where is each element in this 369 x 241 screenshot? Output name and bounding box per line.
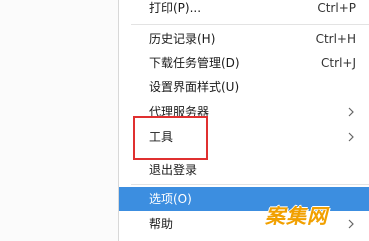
annotation-box: [133, 116, 208, 160]
menu-item-label: 下载任务管理(D): [149, 56, 240, 70]
menu-item-label: 退出登录: [149, 163, 198, 177]
menu-separator: [131, 24, 369, 25]
menu-item-label: 选项(O): [149, 192, 192, 206]
chevron-right-icon: [347, 212, 357, 236]
menu-item-shortcut: Ctrl+P: [317, 1, 356, 15]
menu-item-label: 打印(P)...: [149, 1, 202, 15]
chevron-right-icon: [347, 100, 357, 124]
menu-item-help[interactable]: 帮助: [119, 212, 369, 236]
menu-item-logout[interactable]: 退出登录: [119, 158, 369, 182]
menu-item-print[interactable]: 打印(P)... Ctrl+P: [119, 0, 369, 20]
menu-separator: [131, 184, 369, 185]
menu-item-label: 帮助: [149, 217, 174, 231]
menu-item-interface-style[interactable]: 设置界面样式(U): [119, 75, 369, 99]
background-window: [0, 0, 118, 241]
menu-item-label: 设置界面样式(U): [149, 80, 240, 94]
menu-item-history[interactable]: 历史记录(H) Ctrl+H: [119, 27, 369, 51]
menu-item-options[interactable]: 选项(O): [119, 187, 369, 211]
menu-item-shortcut: Ctrl+H: [315, 32, 356, 46]
watermark: 案集网: [265, 204, 328, 228]
chevron-right-icon: [347, 125, 357, 149]
menu-item-shortcut: Ctrl+J: [321, 56, 356, 70]
menu-item-label: 历史记录(H): [149, 32, 216, 46]
menu-item-downloads[interactable]: 下载任务管理(D) Ctrl+J: [119, 51, 369, 75]
